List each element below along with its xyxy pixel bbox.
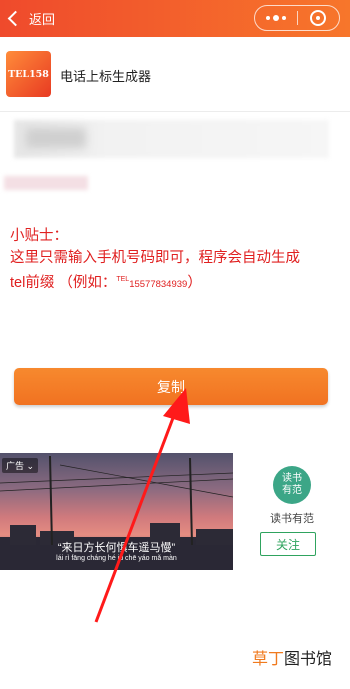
red-arrow-annotation: [94, 388, 190, 623]
watermark: 草丁图书馆: [252, 651, 333, 668]
